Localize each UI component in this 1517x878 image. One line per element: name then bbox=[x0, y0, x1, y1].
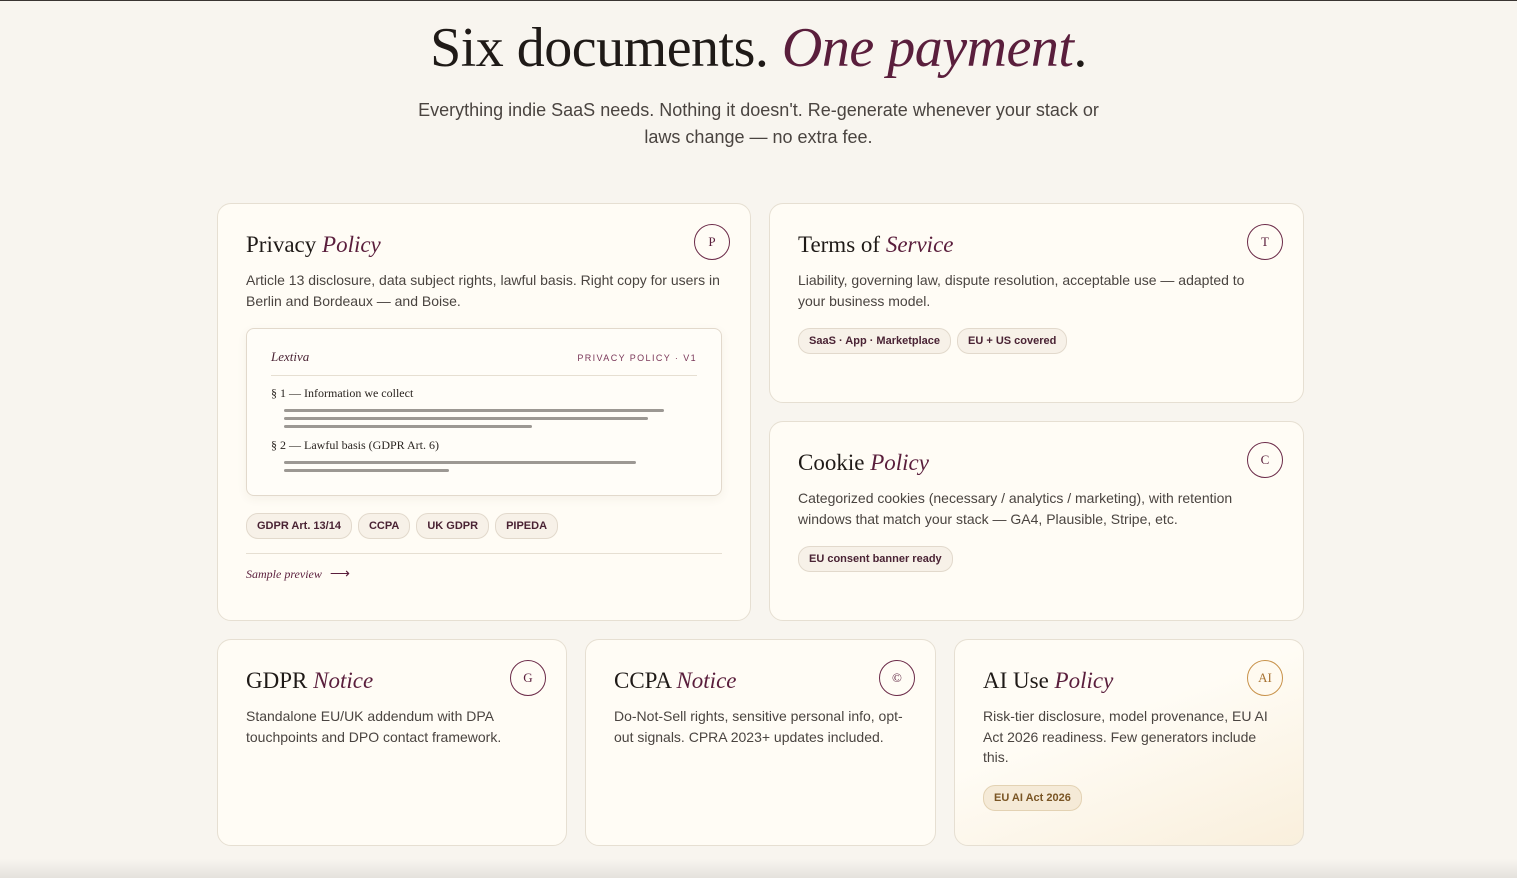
preview-section-2: § 2 — Lawful basis (GDPR Art. 6) bbox=[271, 438, 439, 452]
privacy-tags: GDPR Art. 13/14 CCPA UK GDPR PIPEDA bbox=[246, 513, 722, 539]
tag: EU consent banner ready bbox=[798, 546, 953, 572]
privacy-card-title: Privacy Policy bbox=[246, 232, 381, 257]
cookie-card-description: Categorized cookies (necessary / analyti… bbox=[798, 490, 1233, 527]
ai-card-description: Risk-tier disclosure, model provenance, … bbox=[983, 708, 1268, 765]
tag: CCPA bbox=[357, 513, 411, 539]
tag: EU + US covered bbox=[957, 328, 1068, 354]
gdpr-card-title: GDPR Notice bbox=[246, 668, 374, 693]
privacy-badge-icon: P bbox=[694, 224, 730, 260]
preview-brand: Lextiva bbox=[271, 349, 310, 364]
sample-preview-link[interactable]: Sample preview ⟶ bbox=[246, 566, 722, 583]
tag: GDPR Art. 13/14 bbox=[246, 513, 352, 539]
privacy-document-preview: Lextiva PRIVACY POLICY · V1 § 1 — Inform… bbox=[246, 328, 722, 496]
preview-lines-1 bbox=[284, 409, 697, 428]
cookie-card-title: Cookie Policy bbox=[798, 450, 929, 475]
ai-badge-icon: AI bbox=[1247, 660, 1283, 696]
ai-card-title: AI Use Policy bbox=[983, 668, 1114, 693]
tag: SaaS · App · Marketplace bbox=[798, 328, 952, 354]
hero: Six documents. One payment. Everything i… bbox=[0, 15, 1517, 151]
page-title: Six documents. One payment. bbox=[430, 17, 1087, 79]
card-privacy-policy[interactable]: P Privacy Policy Article 13 disclosure, … bbox=[217, 203, 751, 621]
divider bbox=[246, 553, 722, 554]
tag: EU AI Act 2026 bbox=[983, 784, 1082, 811]
cookie-badge-icon: C bbox=[1247, 442, 1283, 478]
terms-badge-icon: T bbox=[1247, 224, 1283, 260]
gdpr-badge-icon: G bbox=[510, 660, 546, 696]
terms-tags: SaaS · App · Marketplace EU + US covered bbox=[798, 328, 1275, 354]
bottom-fade bbox=[0, 859, 1517, 878]
card-ccpa-notice[interactable]: © CCPA Notice Do-Not-Sell rights, sensit… bbox=[585, 639, 936, 846]
ccpa-badge-icon: © bbox=[879, 660, 915, 696]
card-ai-use-policy[interactable]: AI AI Use Policy Risk-tier disclosure, m… bbox=[954, 639, 1304, 846]
ccpa-card-description: Do-Not-Sell rights, sensitive personal i… bbox=[614, 708, 903, 745]
card-cookie-policy[interactable]: C Cookie Policy Categorized cookies (nec… bbox=[769, 421, 1304, 621]
ai-tags: EU AI Act 2026 bbox=[983, 784, 1275, 811]
card-gdpr-notice[interactable]: G GDPR Notice Standalone EU/UK addendum … bbox=[217, 639, 567, 846]
page-subtitle: Everything indie SaaS needs. Nothing it … bbox=[418, 100, 1099, 147]
terms-card-title: Terms of Service bbox=[798, 232, 954, 257]
terms-card-description: Liability, governing law, dispute resolu… bbox=[798, 272, 1245, 309]
tag: PIPEDA bbox=[495, 513, 559, 539]
preview-label: PRIVACY POLICY · V1 bbox=[577, 353, 697, 363]
tag: UK GDPR bbox=[416, 513, 490, 539]
privacy-card-description: Article 13 disclosure, data subject righ… bbox=[246, 272, 720, 309]
preview-section-1: § 1 — Information we collect bbox=[271, 386, 414, 400]
preview-lines-2 bbox=[284, 461, 697, 472]
arrow-right-icon: ⟶ bbox=[329, 567, 350, 582]
card-terms-of-service[interactable]: T Terms of Service Liability, governing … bbox=[769, 203, 1304, 403]
ccpa-card-title: CCPA Notice bbox=[614, 668, 737, 693]
gdpr-card-description: Standalone EU/UK addendum with DPA touch… bbox=[246, 708, 502, 745]
cookie-tags: EU consent banner ready bbox=[798, 546, 1275, 572]
